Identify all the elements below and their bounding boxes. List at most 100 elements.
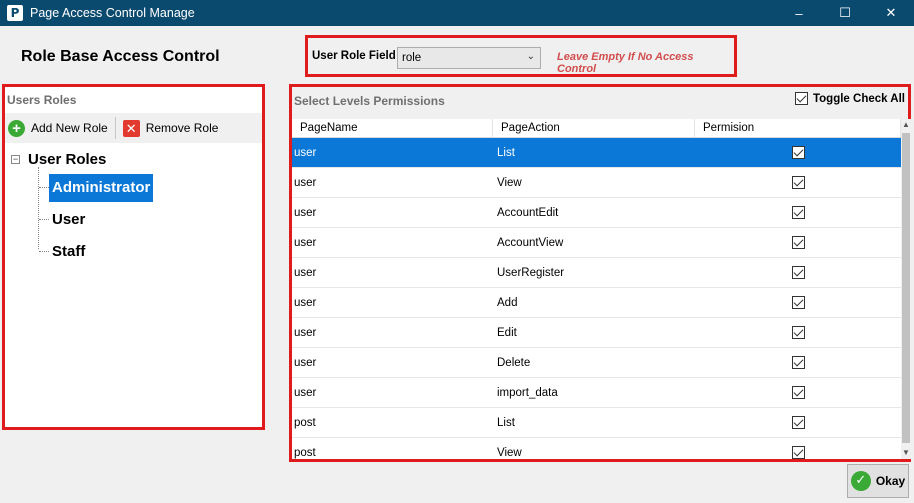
cell-pagename: post — [294, 416, 316, 429]
remove-role-label: Remove Role — [145, 121, 219, 135]
permission-checkbox[interactable] — [791, 266, 805, 279]
permission-checkbox[interactable] — [791, 446, 805, 459]
table-row[interactable]: user List — [292, 138, 901, 168]
table-row[interactable]: user Edit — [292, 318, 901, 348]
roles-toolbar: + Add New Role ✕ Remove Role — [5, 113, 262, 143]
minimize-button[interactable]: – — [776, 0, 822, 26]
cell-pageaction: UserRegister — [497, 266, 565, 279]
toggle-all-checkbox[interactable] — [794, 92, 808, 105]
scrollbar-thumb[interactable] — [902, 133, 910, 443]
cell-pageaction: Edit — [497, 326, 517, 339]
permission-checkbox[interactable] — [791, 236, 805, 249]
tree-root[interactable]: − User Roles — [5, 149, 262, 171]
tree-node-label: User — [52, 211, 86, 228]
maximize-button[interactable]: ☐ — [822, 0, 868, 26]
role-field-hint: Leave Empty If No Access Control — [557, 51, 694, 75]
cell-pagename: user — [294, 296, 317, 309]
tree-node-user[interactable]: User — [5, 203, 262, 235]
tree-node-administrator[interactable]: Administrator — [5, 171, 262, 203]
table-row[interactable]: post View — [292, 438, 901, 459]
table-row[interactable]: user AccountEdit — [292, 198, 901, 228]
users-roles-panel: Users Roles + Add New Role ✕ Remove Role… — [2, 84, 265, 430]
okay-button[interactable]: ✓ Okay — [847, 464, 909, 498]
toolbar-divider — [114, 117, 116, 139]
okay-label: Okay — [875, 474, 906, 488]
table-row[interactable]: user View — [292, 168, 901, 198]
toggle-check-all[interactable]: Toggle Check All — [794, 92, 905, 105]
cell-pagename: user — [294, 386, 317, 399]
table-row[interactable]: user Delete — [292, 348, 901, 378]
cell-pagename: user — [294, 176, 317, 189]
column-header-pageaction[interactable]: PageAction — [493, 119, 695, 137]
role-field-label: User Role Field — [312, 50, 396, 62]
cell-pagename: user — [294, 206, 317, 219]
cell-permission — [695, 386, 901, 399]
cell-pageaction: View — [497, 176, 522, 189]
cell-permission — [695, 176, 901, 189]
cell-permission — [695, 146, 901, 159]
cell-permission — [695, 446, 901, 459]
cell-pageaction: Add — [497, 296, 518, 309]
cell-pagename: user — [294, 236, 317, 249]
tree-branch — [39, 251, 49, 252]
table-row[interactable]: user Add — [292, 288, 901, 318]
permission-checkbox[interactable] — [791, 176, 805, 189]
cell-permission — [695, 416, 901, 429]
add-icon: + — [8, 119, 25, 137]
remove-icon: ✕ — [122, 119, 140, 137]
chevron-down-icon: ⌄ — [526, 51, 535, 62]
cell-pagename: user — [294, 266, 317, 279]
permission-checkbox[interactable] — [791, 296, 805, 309]
title-bar: P Page Access Control Manage – ☐ ✕ — [0, 0, 914, 26]
cell-permission — [695, 266, 901, 279]
cell-pagename: user — [294, 146, 317, 159]
add-role-label: Add New Role — [31, 121, 108, 135]
header-area: Role Base Access Control User Role Field… — [0, 26, 914, 84]
cell-permission — [695, 236, 901, 249]
remove-role-button[interactable]: ✕ Remove Role — [120, 115, 222, 141]
users-roles-header: Users Roles — [5, 87, 262, 113]
cell-pageaction: List — [497, 146, 515, 159]
tree-node-label: Staff — [52, 243, 86, 260]
cell-pageaction: AccountEdit — [497, 206, 559, 219]
permission-checkbox[interactable] — [791, 326, 805, 339]
cell-pageaction: View — [497, 446, 522, 459]
grid-header-row: PageName PageAction Permision — [292, 119, 901, 138]
vertical-scrollbar[interactable]: ▲ ▼ — [901, 119, 911, 459]
permission-checkbox[interactable] — [791, 416, 805, 429]
add-role-button[interactable]: + Add New Role — [5, 115, 111, 141]
roles-tree: − User Roles Administrator User Staff — [5, 143, 262, 267]
tree-root-label: User Roles — [28, 151, 107, 168]
column-header-permision[interactable]: Permision — [695, 119, 901, 137]
permission-checkbox[interactable] — [791, 356, 805, 369]
toggle-all-label: Toggle Check All — [812, 92, 905, 105]
cell-pagename: post — [294, 446, 316, 459]
role-field-group: User Role Field role ⌄ Leave Empty If No… — [305, 35, 737, 77]
cell-pageaction: AccountView — [497, 236, 564, 249]
cell-pagename: user — [294, 356, 317, 369]
tree-node-staff[interactable]: Staff — [5, 235, 262, 267]
permission-checkbox[interactable] — [791, 146, 805, 159]
collapse-icon[interactable]: − — [11, 155, 20, 164]
table-row[interactable]: post List — [292, 408, 901, 438]
scroll-up-icon[interactable]: ▲ — [901, 119, 911, 131]
role-field-value: role — [402, 52, 422, 64]
cell-permission — [695, 356, 901, 369]
grid-body: user List user View user AccountEdit user Accou… — [292, 138, 901, 459]
column-header-pagename[interactable]: PageName — [292, 119, 493, 137]
table-row[interactable]: user AccountView — [292, 228, 901, 258]
role-field-select[interactable]: role ⌄ — [397, 47, 541, 69]
permission-checkbox[interactable] — [791, 206, 805, 219]
permissions-panel: Select Levels Permissions Toggle Check A… — [289, 84, 911, 462]
cell-permission — [695, 296, 901, 309]
cell-pagename: user — [294, 326, 317, 339]
table-row[interactable]: user UserRegister — [292, 258, 901, 288]
cell-pageaction: Delete — [497, 356, 531, 369]
table-row[interactable]: user import_data — [292, 378, 901, 408]
scroll-down-icon[interactable]: ▼ — [901, 447, 911, 459]
permissions-grid: PageName PageAction Permision user List us… — [292, 119, 901, 459]
check-icon: ✓ — [850, 471, 871, 491]
close-button[interactable]: ✕ — [868, 0, 914, 26]
permission-checkbox[interactable] — [791, 386, 805, 399]
tree-branch — [39, 219, 49, 220]
